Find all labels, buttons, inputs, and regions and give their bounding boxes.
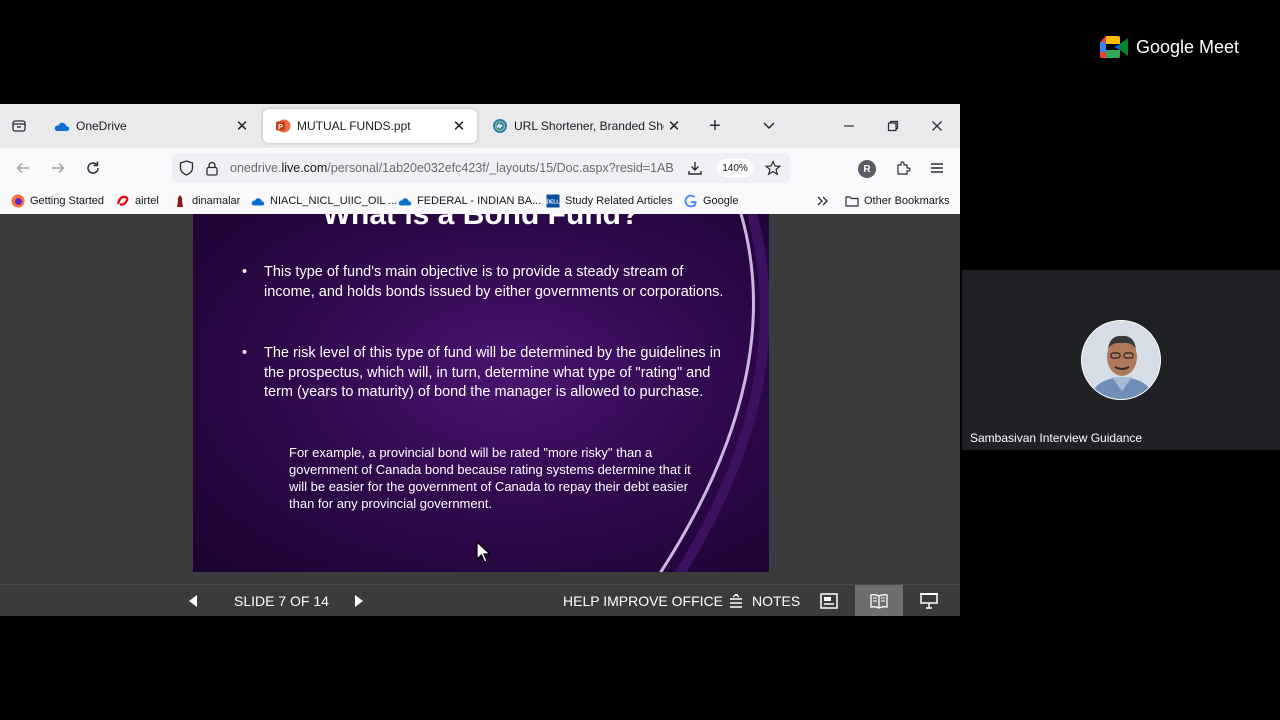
minimize-icon[interactable] (838, 116, 860, 136)
reload-icon[interactable] (82, 158, 104, 178)
tab-title: OneDrive (76, 119, 127, 133)
reading-view-icon[interactable] (855, 585, 903, 616)
tab-title: MUTUAL FUNDS.ppt (297, 119, 411, 133)
close-tab-icon[interactable]: ✕ (449, 116, 469, 136)
tab-bar: OneDrive ✕ P MUTUAL FUNDS.ppt ✕ URL Shor… (0, 104, 960, 148)
next-slide-icon[interactable] (354, 585, 370, 616)
bookmark-google[interactable]: Google (684, 193, 738, 209)
navigation-toolbar: onedrive.live.com/personal/1ab20e032efc4… (0, 148, 960, 188)
slide-counter: SLIDE 7 OF 14 (234, 592, 329, 609)
extensions-icon[interactable] (892, 158, 914, 178)
google-meet-logo: Google Meet (1100, 34, 1239, 60)
airtel-icon (116, 194, 130, 208)
slide-bullet-1: • This type of fund's main objective is … (242, 263, 724, 302)
previous-slide-icon[interactable] (188, 585, 204, 616)
slide-title: What is a Bond Fund? (322, 214, 640, 231)
bookmark-federal[interactable]: FEDERAL - INDIAN BA... (398, 193, 541, 209)
slide-show-icon[interactable] (914, 585, 944, 616)
bookmark-star-icon[interactable] (762, 159, 784, 177)
url-path: /personal/1ab20e032efc423f/_layouts/15/D… (327, 161, 674, 175)
notes-button[interactable]: NOTES (728, 585, 800, 616)
other-bookmarks[interactable]: Other Bookmarks (845, 193, 950, 209)
forward-icon[interactable] (47, 158, 69, 178)
bookmark-label: FEDERAL - INDIAN BA... (417, 195, 542, 207)
bookmark-label: airtel (135, 195, 159, 207)
slide-viewer: What is a Bond Fund? • This type of fund… (0, 214, 960, 584)
bookmark-label: dinamalar (192, 195, 241, 207)
address-bar[interactable]: onedrive.live.com/personal/1ab20e032efc4… (172, 153, 790, 183)
restore-icon[interactable] (882, 116, 904, 136)
help-improve-office-link[interactable]: HELP IMPROVE OFFICE (563, 585, 723, 616)
back-icon[interactable] (12, 158, 34, 178)
svg-text:DELL: DELL (546, 200, 559, 206)
google-icon (684, 194, 698, 208)
onedrive-icon (251, 194, 265, 208)
bullet-dot: • (242, 264, 248, 280)
bookmark-airtel[interactable]: airtel (116, 193, 159, 209)
tab-title: URL Shortener, Branded Short Lin (514, 119, 664, 133)
google-meet-icon (1100, 36, 1128, 58)
bookmark-getting-started[interactable]: Getting Started (11, 193, 104, 209)
bookmark-label: Getting Started (30, 195, 104, 207)
other-bookmarks-label: Other Bookmarks (864, 195, 950, 207)
url-domain: live.com (281, 161, 328, 175)
tab-mutual-funds[interactable]: P MUTUAL FUNDS.ppt ✕ (263, 109, 477, 143)
powerpoint-icon: P (275, 118, 291, 134)
bookmark-study-articles[interactable]: DELL Study Related Articles (546, 193, 673, 209)
tracking-protection-icon[interactable] (176, 159, 196, 177)
slide-bullet-2: • The risk level of this type of fund wi… (242, 344, 729, 403)
svg-text:P: P (278, 124, 283, 131)
cursor-arrow-icon (476, 541, 492, 563)
close-window-icon[interactable] (926, 116, 948, 136)
google-meet-brand: Google Meet (1136, 36, 1240, 57)
presentation-status-bar: SLIDE 7 OF 14 HELP IMPROVE OFFICE NOTES (0, 584, 960, 616)
new-tab-icon[interactable]: + (704, 115, 726, 137)
dell-icon: DELL (546, 194, 560, 208)
url-prefix: onedrive. (230, 161, 282, 175)
normal-view-icon[interactable] (814, 585, 844, 616)
bullet-text: This type of fund's main objective is to… (264, 264, 724, 300)
notes-label: NOTES (752, 592, 801, 609)
tab-groups-icon[interactable] (8, 116, 30, 136)
more-bookmarks-icon[interactable] (816, 193, 830, 209)
tab-onedrive[interactable]: OneDrive ✕ (42, 109, 260, 143)
onedrive-icon (398, 194, 412, 208)
zoom-level[interactable]: 140% (717, 159, 753, 177)
list-tabs-icon[interactable] (758, 116, 780, 136)
slide-example-text: For example, a provincial bond will be r… (289, 445, 691, 511)
notes-icon (728, 593, 744, 608)
slide: What is a Bond Fund? • This type of fund… (193, 214, 769, 572)
folder-icon (845, 194, 859, 208)
close-tab-icon[interactable]: ✕ (232, 116, 252, 136)
participant-name: Sambasivan Interview Guidance (970, 431, 1143, 445)
bookmark-dinamalar[interactable]: dinamalar (173, 193, 240, 209)
profile-avatar[interactable]: R (858, 160, 876, 178)
dinamalar-icon (173, 194, 187, 208)
bookmark-niacl[interactable]: NIACL_NICL_UIIC_OIL ... (251, 193, 397, 209)
bookmarks-toolbar: Getting Started airtel dinamalar NIACL_N… (0, 188, 960, 214)
bookmark-label: Google (703, 195, 739, 207)
url-text[interactable]: onedrive.live.com/personal/1ab20e032efc4… (230, 161, 680, 175)
download-icon[interactable] (684, 159, 706, 177)
participant-avatar (1081, 320, 1161, 400)
onedrive-icon (54, 118, 70, 134)
menu-icon[interactable] (926, 158, 948, 178)
lock-icon[interactable] (202, 159, 222, 177)
link-icon (492, 118, 508, 134)
bookmark-label: Study Related Articles (565, 195, 673, 207)
firefox-icon (11, 194, 25, 208)
tab-url-shortener[interactable]: URL Shortener, Branded Short Lin ✕ (480, 109, 692, 143)
participant-tile[interactable]: Sambasivan Interview Guidance (962, 270, 1280, 450)
bullet-dot: • (242, 345, 248, 361)
bookmark-label: NIACL_NICL_UIIC_OIL ... (270, 195, 398, 207)
close-tab-icon[interactable]: ✕ (664, 116, 684, 136)
browser-window: OneDrive ✕ P MUTUAL FUNDS.ppt ✕ URL Shor… (0, 104, 960, 616)
bullet-text: The risk level of this type of fund will… (264, 345, 721, 400)
